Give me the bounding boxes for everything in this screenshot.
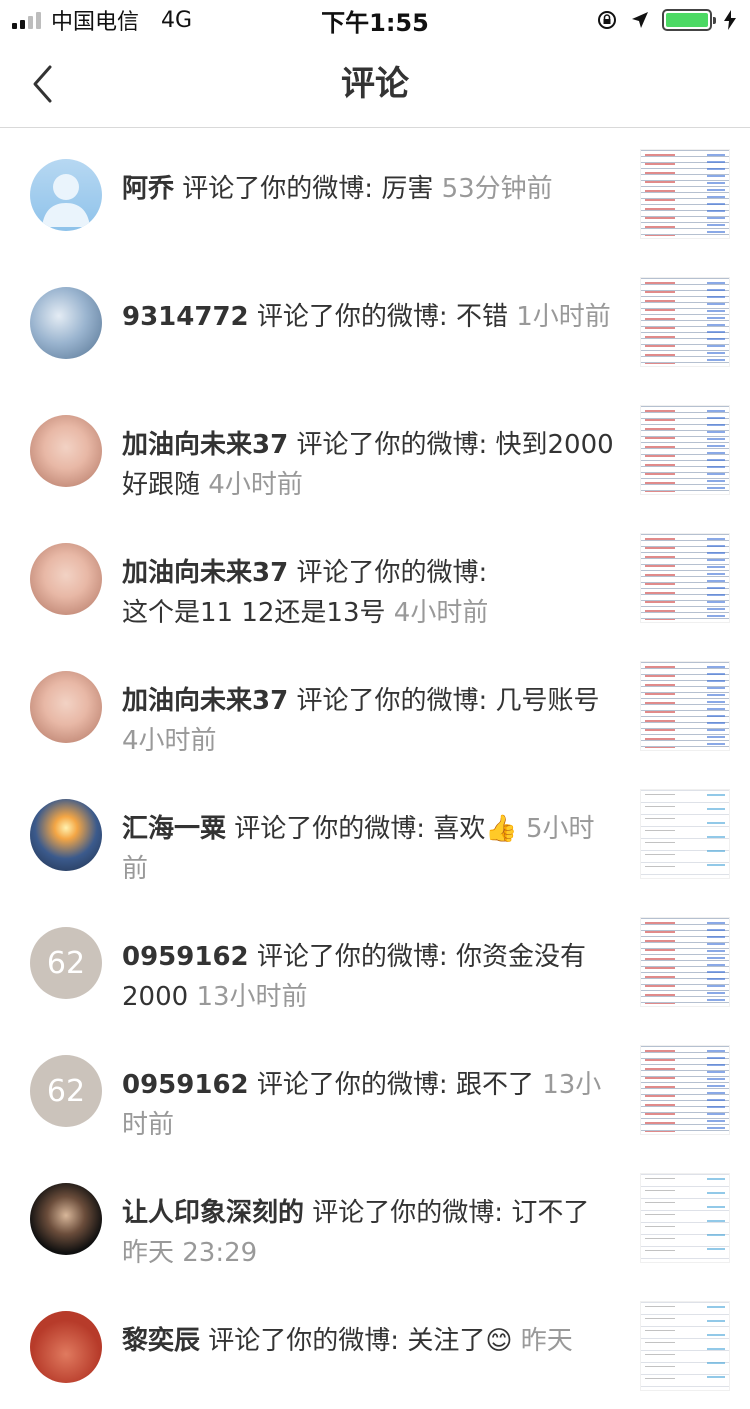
weibo-thumbnail[interactable] xyxy=(640,149,730,239)
avatar[interactable] xyxy=(30,543,102,615)
comment-action: 评论了你的微博: xyxy=(208,1326,400,1356)
comment-content: 这个是11 12还是13号 xyxy=(122,598,386,628)
user-name[interactable]: 加油向未来37 xyxy=(122,558,288,588)
user-name[interactable]: 0959162 xyxy=(122,1070,249,1100)
user-name[interactable]: 9314772 xyxy=(122,302,249,332)
comment-action: 评论了你的微博: xyxy=(256,302,448,332)
comment-action: 评论了你的微博: xyxy=(256,942,448,972)
comment-text: 0959162 评论了你的微博: 你资金没有2000 13小时前 xyxy=(122,937,620,1017)
weibo-thumbnail[interactable] xyxy=(640,277,730,367)
user-name[interactable]: 黎奕辰 xyxy=(122,1326,200,1356)
nav-bar: 评论 xyxy=(0,40,750,128)
comment-text: 加油向未来37 评论了你的微博: 快到2000好跟随 4小时前 xyxy=(122,425,620,505)
comment-time: 昨天 23:29 xyxy=(122,1238,258,1268)
comment-content: 关注了😊 xyxy=(407,1326,513,1356)
comment-action: 评论了你的微博: xyxy=(312,1198,504,1228)
comment-time: 4小时前 xyxy=(208,470,303,500)
weibo-thumbnail[interactable] xyxy=(640,661,730,751)
comment-list: 阿乔 评论了你的微博: 厉害 53分钟前 9314772 评论了你的微博: 不错… xyxy=(0,129,750,1409)
carrier-label: 中国电信 xyxy=(51,10,140,35)
comment-action: 评论了你的微博: xyxy=(182,174,374,204)
comment-time: 53分钟前 xyxy=(441,174,553,204)
comment-text: 让人印象深刻的 评论了你的微博: 订不了 昨天 23:29 xyxy=(122,1193,620,1273)
weibo-thumbnail[interactable] xyxy=(640,917,730,1007)
comment-time: 13小时前 xyxy=(196,982,308,1012)
avatar[interactable] xyxy=(30,799,102,871)
comment-content: 厉害 xyxy=(381,174,434,204)
user-name[interactable]: 加油向未来37 xyxy=(122,430,288,460)
comment-item[interactable]: 加油向未来37 评论了你的微博: 快到2000好跟随 4小时前 xyxy=(0,385,750,513)
comment-time: 昨天 xyxy=(520,1326,573,1356)
signal-icon xyxy=(12,11,41,29)
comment-item[interactable]: 黎奕辰 评论了你的微博: 关注了😊 昨天 xyxy=(0,1281,750,1409)
user-name[interactable]: 0959162 xyxy=(122,942,249,972)
avatar[interactable] xyxy=(30,1183,102,1255)
status-left: 中国电信 4G xyxy=(12,4,192,36)
comment-text: 阿乔 评论了你的微博: 厉害 53分钟前 xyxy=(122,169,620,209)
comment-item[interactable]: 汇海一粟 评论了你的微博: 喜欢👍 5小时前 xyxy=(0,769,750,897)
default-avatar-icon xyxy=(42,174,90,227)
comment-item[interactable]: 62 0959162 评论了你的微博: 跟不了 13小时前 xyxy=(0,1025,750,1153)
avatar[interactable]: 62 xyxy=(30,927,102,999)
battery-icon xyxy=(662,9,716,31)
user-name[interactable]: 加油向未来37 xyxy=(122,686,288,716)
weibo-thumbnail[interactable] xyxy=(640,1301,730,1391)
comment-item[interactable]: 阿乔 评论了你的微博: 厉害 53分钟前 xyxy=(0,129,750,257)
comment-content: 喜欢👍 xyxy=(433,814,518,844)
comment-text: 汇海一粟 评论了你的微博: 喜欢👍 5小时前 xyxy=(122,809,620,889)
comment-time: 4小时前 xyxy=(122,726,217,756)
comment-text: 加油向未来37 评论了你的微博: 这个是11 12还是13号 4小时前 xyxy=(122,553,620,633)
comment-action: 评论了你的微博: xyxy=(296,430,488,460)
avatar[interactable] xyxy=(30,287,102,359)
charging-icon xyxy=(724,10,736,30)
comment-time: 4小时前 xyxy=(393,598,489,628)
avatar[interactable] xyxy=(30,159,102,231)
comment-text: 9314772 评论了你的微博: 不错 1小时前 xyxy=(122,297,620,337)
avatar[interactable] xyxy=(30,671,102,743)
network-label: 4G xyxy=(161,7,193,33)
avatar[interactable] xyxy=(30,1311,102,1383)
comment-content: 跟不了 xyxy=(455,1070,534,1100)
comment-text: 0959162 评论了你的微博: 跟不了 13小时前 xyxy=(122,1065,620,1145)
user-name[interactable]: 让人印象深刻的 xyxy=(122,1198,304,1228)
rotation-lock-icon xyxy=(598,11,616,29)
user-name[interactable]: 汇海一粟 xyxy=(122,814,226,844)
avatar[interactable] xyxy=(30,415,102,487)
status-bar: 中国电信 4G 下午1:55 xyxy=(0,0,750,40)
status-right xyxy=(596,9,736,31)
comment-item[interactable]: 62 0959162 评论了你的微博: 你资金没有2000 13小时前 xyxy=(0,897,750,1025)
location-icon xyxy=(632,12,648,28)
comment-item[interactable]: 加油向未来37 评论了你的微博: 这个是11 12还是13号 4小时前 xyxy=(0,513,750,641)
weibo-thumbnail[interactable] xyxy=(640,533,730,623)
comment-action: 评论了你的微博: xyxy=(296,686,488,716)
page-title: 评论 xyxy=(341,64,409,104)
comment-content: 不错 xyxy=(455,302,508,332)
avatar[interactable]: 62 xyxy=(30,1055,102,1127)
comment-time: 1小时前 xyxy=(516,302,611,332)
weibo-thumbnail[interactable] xyxy=(640,1173,730,1263)
comment-content: 订不了 xyxy=(511,1198,590,1228)
comment-item[interactable]: 9314772 评论了你的微博: 不错 1小时前 xyxy=(0,257,750,385)
comment-item[interactable]: 加油向未来37 评论了你的微博: 几号账号 4小时前 xyxy=(0,641,750,769)
user-name[interactable]: 阿乔 xyxy=(122,174,174,204)
weibo-thumbnail[interactable] xyxy=(640,789,730,879)
comment-text: 黎奕辰 评论了你的微博: 关注了😊 昨天 xyxy=(122,1321,620,1361)
weibo-thumbnail[interactable] xyxy=(640,405,730,495)
comment-action: 评论了你的微博: xyxy=(234,814,426,844)
comment-content: 几号账号 xyxy=(495,686,600,716)
weibo-thumbnail[interactable] xyxy=(640,1045,730,1135)
comment-action: 评论了你的微博: xyxy=(296,558,488,588)
comment-action: 评论了你的微博: xyxy=(256,1070,448,1100)
comment-text: 加油向未来37 评论了你的微博: 几号账号 4小时前 xyxy=(122,681,620,761)
comment-item[interactable]: 让人印象深刻的 评论了你的微博: 订不了 昨天 23:29 xyxy=(0,1153,750,1281)
